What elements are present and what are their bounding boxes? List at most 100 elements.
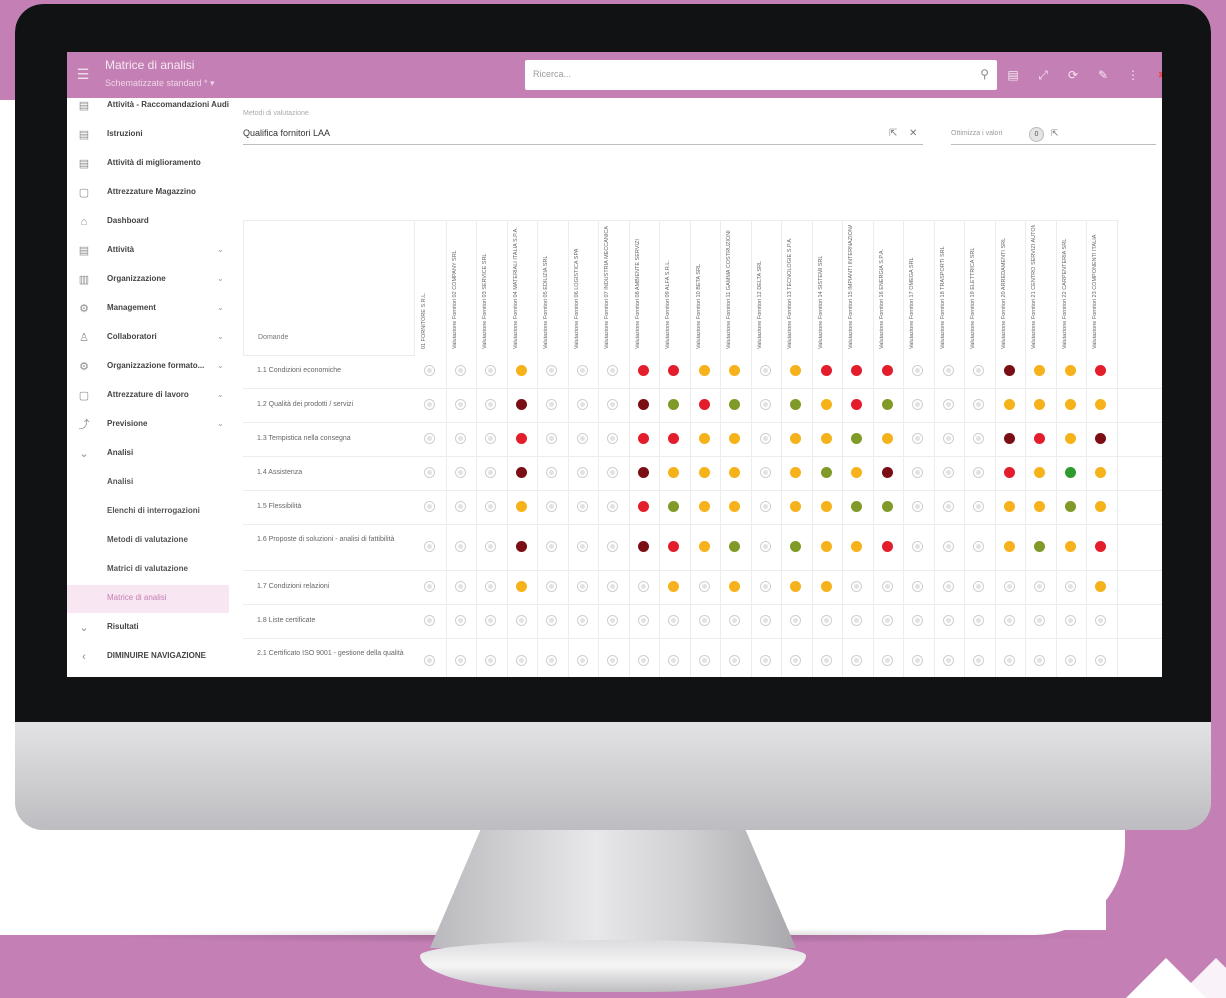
evaluation-method-field[interactable]: Qualifica fornitori LAA	[243, 126, 923, 145]
chevron-down-icon[interactable]: ⌄	[217, 390, 224, 399]
matrix-cell[interactable]	[446, 490, 477, 524]
matrix-cell[interactable]	[934, 422, 965, 456]
matrix-cell[interactable]	[995, 422, 1026, 456]
matrix-cell[interactable]	[812, 354, 843, 388]
matrix-cell[interactable]	[476, 354, 508, 388]
matrix-cell[interactable]	[964, 490, 996, 524]
matrix-cell[interactable]	[842, 490, 874, 524]
matrix-cell[interactable]	[751, 456, 782, 490]
matrix-cell[interactable]	[598, 354, 630, 388]
matrix-cell[interactable]	[842, 524, 874, 570]
matrix-cell[interactable]	[537, 422, 569, 456]
chevron-down-icon[interactable]: ⌄	[217, 332, 224, 341]
matrix-cell[interactable]	[1086, 570, 1118, 604]
sidebar-item[interactable]: ‹ DIMINUIRE NAVIGAZIONE	[67, 643, 229, 671]
matrix-cell[interactable]	[507, 388, 538, 422]
matrix-cell[interactable]	[1086, 490, 1118, 524]
matrix-cell[interactable]	[659, 354, 691, 388]
matrix-cell[interactable]	[812, 456, 843, 490]
matrix-cell[interactable]	[598, 388, 630, 422]
matrix-cell[interactable]	[873, 570, 904, 604]
matrix-cell[interactable]	[415, 638, 447, 677]
matrix-cell[interactable]	[507, 456, 538, 490]
matrix-cell[interactable]	[903, 490, 935, 524]
sidebar-item[interactable]: ⌄ Analisi	[67, 440, 229, 468]
matrix-cell[interactable]	[537, 388, 569, 422]
matrix-cell[interactable]	[995, 354, 1026, 388]
matrix-cell[interactable]	[842, 354, 874, 388]
matrix-cell[interactable]	[415, 354, 447, 388]
matrix-cell[interactable]	[629, 524, 660, 570]
more-icon[interactable]: ⋮	[1125, 66, 1141, 84]
matrix-cell[interactable]	[690, 388, 721, 422]
sidebar-item[interactable]: Analisi	[67, 469, 229, 497]
matrix-cell[interactable]	[629, 388, 660, 422]
matrix-cell[interactable]	[995, 524, 1026, 570]
matrix-cell[interactable]	[812, 524, 843, 570]
matrix-cell[interactable]	[690, 456, 721, 490]
matrix-cell[interactable]	[598, 456, 630, 490]
matrix-cell[interactable]	[1056, 638, 1087, 677]
matrix-cell[interactable]	[690, 604, 721, 638]
matrix-cell[interactable]	[1025, 354, 1057, 388]
matrix-cell[interactable]	[1025, 570, 1057, 604]
sidebar-item[interactable]: ▤ Attività di miglioramento	[67, 150, 229, 178]
matrix-cell[interactable]	[995, 570, 1026, 604]
matrix-cell[interactable]	[507, 604, 538, 638]
matrix-cell[interactable]	[1056, 456, 1087, 490]
matrix-cell[interactable]	[659, 422, 691, 456]
chevron-down-icon[interactable]: ⌄	[217, 361, 224, 370]
matrix-cell[interactable]	[629, 422, 660, 456]
matrix-cell[interactable]	[415, 604, 447, 638]
matrix-cell[interactable]	[659, 524, 691, 570]
matrix-cell[interactable]	[598, 570, 630, 604]
matrix-cell[interactable]	[446, 422, 477, 456]
matrix-cell[interactable]	[446, 524, 477, 570]
threshold-field[interactable]: Ottimizza i valori 0 ⇱	[951, 126, 1156, 145]
matrix-cell[interactable]	[568, 490, 599, 524]
matrix-cell[interactable]	[903, 388, 935, 422]
matrix-cell[interactable]	[659, 490, 691, 524]
matrix-cell[interactable]	[781, 354, 813, 388]
matrix-cell[interactable]	[842, 422, 874, 456]
sidebar-item[interactable]: ⌂ Dashboard	[67, 208, 229, 236]
matrix-cell[interactable]	[964, 456, 996, 490]
matrix-cell[interactable]	[720, 638, 752, 677]
matrix-cell[interactable]	[934, 570, 965, 604]
matrix-cell[interactable]	[964, 354, 996, 388]
matrix-cell[interactable]	[568, 524, 599, 570]
matrix-cell[interactable]	[1056, 388, 1087, 422]
matrix-cell[interactable]	[903, 570, 935, 604]
matrix-cell[interactable]	[934, 524, 965, 570]
matrix-cell[interactable]	[812, 604, 843, 638]
matrix-cell[interactable]	[629, 638, 660, 677]
matrix-cell[interactable]	[781, 524, 813, 570]
matrix-cell[interactable]	[507, 524, 538, 570]
matrix-cell[interactable]	[720, 456, 752, 490]
matrix-cell[interactable]	[446, 604, 477, 638]
matrix-cell[interactable]	[812, 570, 843, 604]
matrix-cell[interactable]	[1056, 422, 1087, 456]
matrix-cell[interactable]	[751, 354, 782, 388]
matrix-cell[interactable]	[598, 524, 630, 570]
matrix-cell[interactable]	[1056, 490, 1087, 524]
list-icon[interactable]: ▤	[1005, 66, 1021, 84]
matrix-cell[interactable]	[446, 638, 477, 677]
matrix-cell[interactable]	[629, 456, 660, 490]
matrix-cell[interactable]	[751, 638, 782, 677]
matrix-cell[interactable]	[537, 354, 569, 388]
matrix-cell[interactable]	[1025, 524, 1057, 570]
matrix-cell[interactable]	[903, 524, 935, 570]
chevron-down-icon[interactable]: ⌄	[217, 303, 224, 312]
matrix-cell[interactable]	[720, 604, 752, 638]
matrix-cell[interactable]	[720, 524, 752, 570]
matrix-cell[interactable]	[1086, 604, 1118, 638]
chevron-down-icon[interactable]: ⌄	[217, 245, 224, 254]
matrix-cell[interactable]	[476, 524, 508, 570]
matrix-cell[interactable]	[1056, 570, 1087, 604]
matrix-cell[interactable]	[903, 354, 935, 388]
chevron-down-icon[interactable]: ⌄	[217, 274, 224, 283]
matrix-cell[interactable]	[1025, 422, 1057, 456]
matrix-cell[interactable]	[995, 388, 1026, 422]
matrix-cell[interactable]	[659, 638, 691, 677]
